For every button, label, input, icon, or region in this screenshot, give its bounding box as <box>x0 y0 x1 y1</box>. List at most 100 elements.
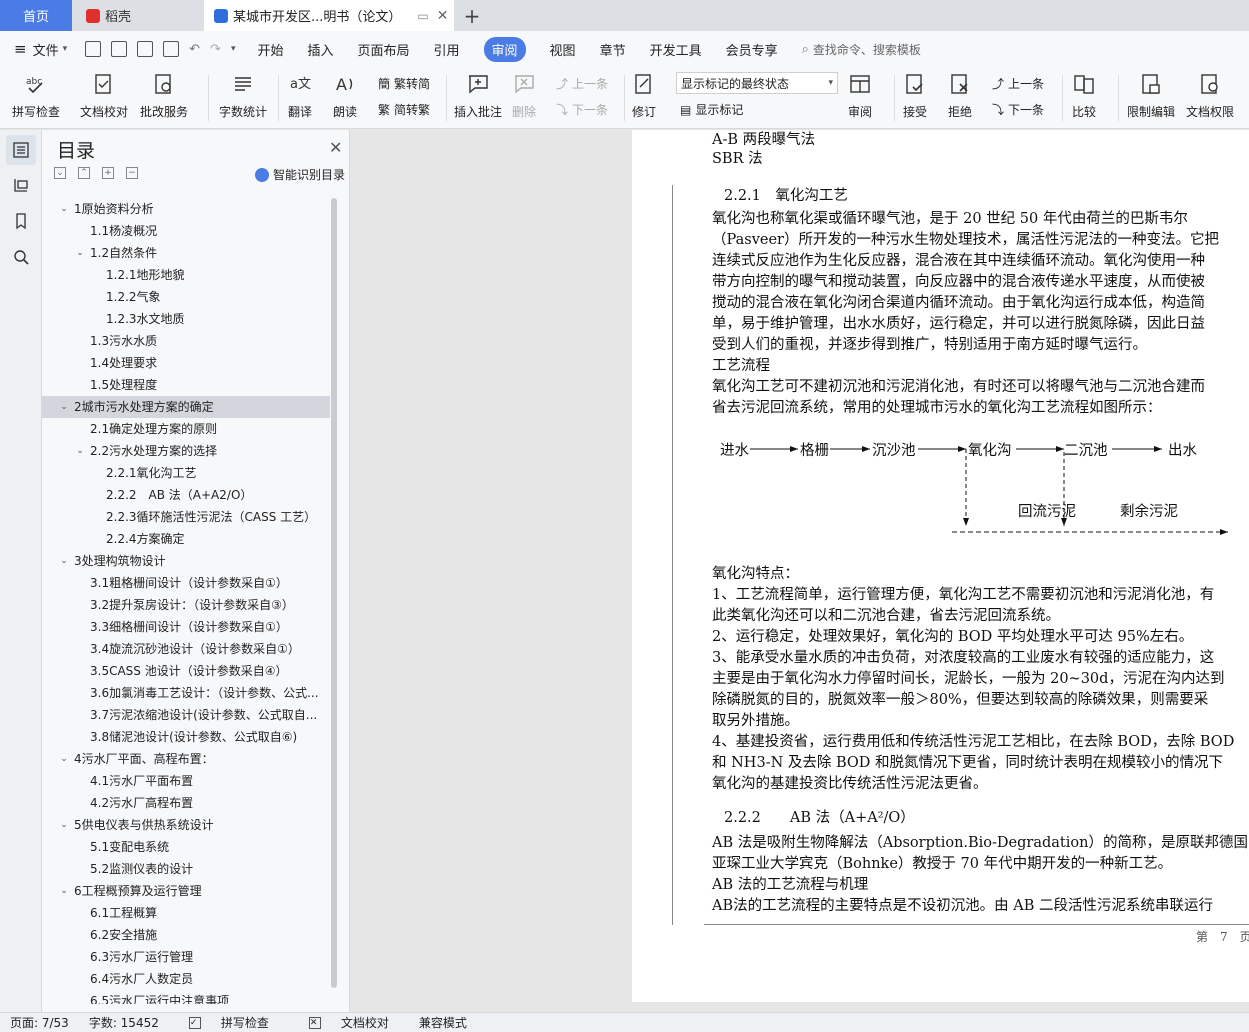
toc-item[interactable]: ⌄ 5供电仪表与供热系统设计 <box>42 814 330 836</box>
collapse-chevron-icon[interactable]: ⌄ <box>58 550 70 572</box>
toc-item[interactable]: 2.1确定处理方案的原则 <box>42 418 330 440</box>
toc-item[interactable]: 5.1变配电系统 <box>42 836 330 858</box>
undo-icon[interactable]: ↶ <box>189 42 200 57</box>
toc-item[interactable]: 3.7污泥浓缩池设计(设计参数、公式取自... <box>42 704 330 726</box>
toc-item[interactable]: ⌄ 1原始资料分析 <box>42 198 330 220</box>
restrict-edit-button[interactable]: 限制编辑 <box>1127 71 1175 120</box>
toc-item[interactable]: 3.8储泥池设计(设计参数、公式取自⑥) <box>42 726 330 748</box>
menu-start[interactable]: 开始 <box>257 40 283 59</box>
toc-item[interactable]: 6.3污水厂运行管理 <box>42 946 330 968</box>
toc-item[interactable]: 3.6加氯消毒工艺设计：（设计参数、公式... <box>42 682 330 704</box>
collapse-chevron-icon[interactable]: ⌄ <box>58 880 70 902</box>
spell-check-toggle[interactable]: ✓ 拼写检查 <box>179 1014 279 1031</box>
show-marks-button[interactable]: ▤ 显示标记 <box>680 101 743 118</box>
toc-item[interactable]: ⌄ 1.2自然条件 <box>42 242 330 264</box>
chevron-down-icon[interactable]: ▾ <box>63 44 68 54</box>
proofread-button[interactable]: 文档校对 <box>80 71 128 120</box>
pin-icon[interactable]: ▭ <box>417 9 428 23</box>
simp-to-trad-button[interactable]: 繁简转繁 <box>378 101 430 118</box>
add-level-icon[interactable]: + <box>102 167 114 179</box>
next-comment-button[interactable]: ⤵ 下一条 <box>556 101 608 118</box>
delete-comment-button[interactable]: 删除 <box>512 71 536 120</box>
toc-item[interactable]: ⌄ 3处理构筑物设计 <box>42 550 330 572</box>
toc-item[interactable]: 2.2.4方案确定 <box>42 528 330 550</box>
toc-item[interactable]: 1.2.2气象 <box>42 286 330 308</box>
toc-item[interactable]: 6.4污水厂人数定员 <box>42 968 330 990</box>
menu-chapter[interactable]: 章节 <box>600 40 626 59</box>
page-indicator[interactable]: 页面: 7/53 <box>10 1014 69 1031</box>
menu-view[interactable]: 视图 <box>550 40 576 59</box>
toc-item[interactable]: 4.2污水厂高程布置 <box>42 792 330 814</box>
insert-comment-button[interactable]: 插入批注 <box>454 71 502 120</box>
prev-change-button[interactable]: ⤴ 上一条 <box>992 75 1044 92</box>
toc-item[interactable]: 2.2.1氧化沟工艺 <box>42 462 330 484</box>
collapse-chevron-icon[interactable]: ⌄ <box>74 440 86 462</box>
save-icon[interactable] <box>85 41 102 57</box>
redo-icon[interactable]: ↷ <box>210 42 221 57</box>
toc-item[interactable]: 3.3细格栅间设计（设计参数采自①） <box>42 616 330 638</box>
doc-permission-button[interactable]: 文档权限 <box>1186 71 1234 120</box>
menu-file[interactable]: 文件 <box>33 40 59 59</box>
collapse-chevron-icon[interactable]: ⌄ <box>58 396 70 418</box>
accept-button[interactable]: 接受 <box>903 71 927 120</box>
tab-daoke[interactable]: 稻壳 <box>72 0 204 31</box>
toc-item[interactable]: 2.2.3循环施活性污泥法（CASS 工艺） <box>42 506 330 528</box>
display-mode-select[interactable]: 显示标记的最终状态 ▾ <box>676 72 838 94</box>
toc-item[interactable]: 3.4旋流沉砂池设计（设计参数采自①） <box>42 638 330 660</box>
toc-item[interactable]: 5.2监测仪表的设计 <box>42 858 330 880</box>
toc-item[interactable]: 6.1工程概算 <box>42 902 330 924</box>
close-icon[interactable]: ✕ <box>329 138 342 157</box>
menu-page-layout[interactable]: 页面布局 <box>358 40 410 59</box>
prev-comment-button[interactable]: ⤴ 上一条 <box>556 75 608 92</box>
toc-panel-button[interactable] <box>6 135 36 165</box>
next-change-button[interactable]: ⤵ 下一条 <box>992 101 1044 118</box>
toc-item[interactable]: 1.4处理要求 <box>42 352 330 374</box>
toc-item[interactable]: 6.5污水厂运行中注意事项 <box>42 990 330 1004</box>
toc-item[interactable]: 1.2.3水文地质 <box>42 308 330 330</box>
toc-item[interactable]: ⌄ 4污水厂平面、高程布置： <box>42 748 330 770</box>
collapse-chevron-icon[interactable]: ⌄ <box>58 748 70 770</box>
toc-item[interactable]: 4.1污水厂平面布置 <box>42 770 330 792</box>
hamburger-icon[interactable]: ≡ <box>14 40 27 58</box>
toc-item[interactable]: 1.3污水水质 <box>42 330 330 352</box>
tab-document[interactable]: 某城市开发区...明书（论文） ▭ ✕ <box>204 0 454 31</box>
toc-item[interactable]: 1.5处理程度 <box>42 374 330 396</box>
toc-item[interactable]: 1.2.1地形地貌 <box>42 264 330 286</box>
reject-button[interactable]: 拒绝 <box>948 71 972 120</box>
toc-item[interactable]: 2.2.2 AB 法（A+A2/O） <box>42 484 330 506</box>
word-count-button[interactable]: 字数统计 <box>219 71 267 120</box>
toc-item[interactable]: ⌄ 2.2污水处理方案的选择 <box>42 440 330 462</box>
remove-level-icon[interactable]: − <box>126 167 138 179</box>
review-pane-button[interactable]: 审阅 <box>848 71 872 120</box>
command-search[interactable]: 查找命令、搜索模板 <box>813 41 921 58</box>
menu-member[interactable]: 会员专享 <box>726 40 778 59</box>
smart-toc-button[interactable]: 智能识别目录 <box>255 166 345 183</box>
tab-home[interactable]: 首页 <box>0 0 72 31</box>
spell-check-button[interactable]: abc 拼写检查 <box>12 71 60 120</box>
menu-references[interactable]: 引用 <box>434 40 460 59</box>
close-tab-icon[interactable]: ✕ <box>437 8 449 24</box>
toc-item[interactable]: 3.2提升泵房设计：（设计参数采自③） <box>42 594 330 616</box>
collapse-chevron-icon[interactable]: ⌄ <box>74 242 86 264</box>
collapse-chevron-icon[interactable]: ⌄ <box>58 198 70 220</box>
print-preview-icon[interactable] <box>163 41 180 57</box>
toc-item[interactable]: 6.2安全措施 <box>42 924 330 946</box>
proofread-toggle[interactable]: ✕ 文档校对 <box>299 1014 399 1031</box>
chapter-panel-button[interactable] <box>6 170 36 200</box>
export-icon[interactable] <box>111 41 128 57</box>
bookmark-panel-button[interactable] <box>6 206 36 236</box>
collapse-chevron-icon[interactable]: ⌄ <box>58 814 70 836</box>
toc-item[interactable]: ⌄ 2城市污水处理方案的确定 <box>42 396 330 418</box>
compare-button[interactable]: 比较 <box>1072 71 1096 120</box>
toc-item[interactable]: 1.1杨凌概况 <box>42 220 330 242</box>
trad-to-simp-button[interactable]: 簡繁转简 <box>378 75 430 92</box>
expand-all-icon[interactable]: ⌄ <box>54 167 66 179</box>
translate-button[interactable]: a文 翻译 <box>288 71 312 120</box>
toc-item[interactable]: 3.1粗格栅间设计（设计参数采自①） <box>42 572 330 594</box>
collapse-all-icon[interactable]: ⌃ <box>78 167 90 179</box>
word-count-indicator[interactable]: 字数: 15452 <box>89 1014 159 1031</box>
revise-button[interactable]: 修订 <box>632 71 656 120</box>
quick-access-more-icon[interactable]: ▾ <box>231 44 236 54</box>
toc-scrollbar[interactable] <box>331 198 337 988</box>
print-icon[interactable] <box>137 41 154 57</box>
